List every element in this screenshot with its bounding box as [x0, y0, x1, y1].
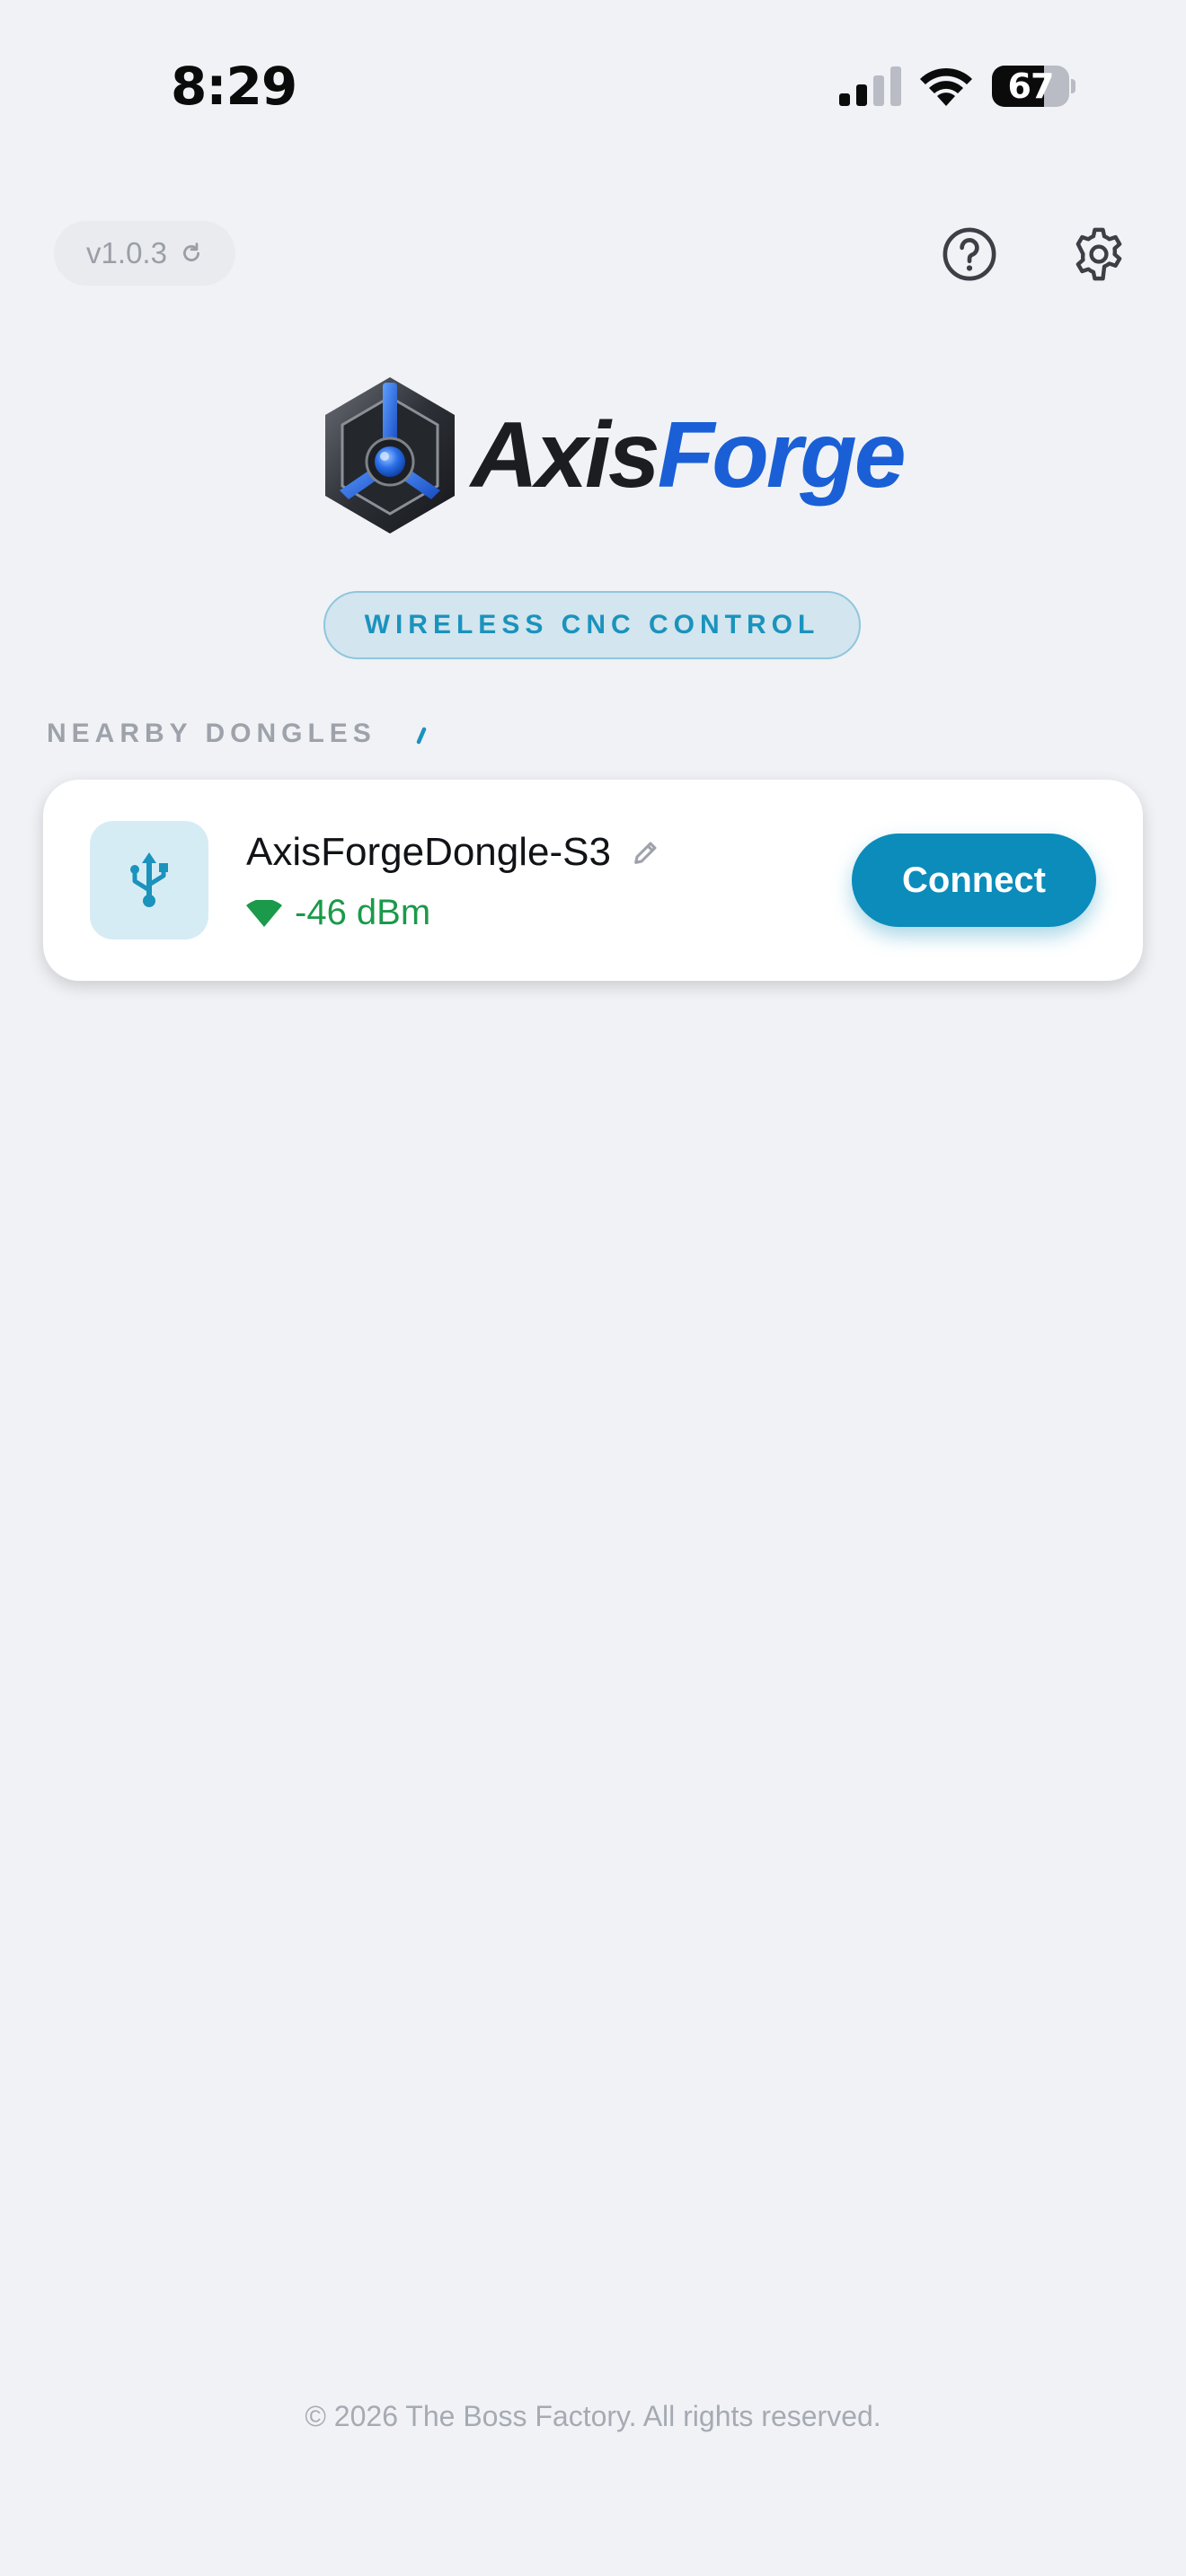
- device-card[interactable]: AxisForgeDongle-S3 -46 dBm Connect: [43, 780, 1143, 981]
- device-signal-value: -46 dBm: [295, 893, 431, 932]
- version-label: v1.0.3: [86, 236, 167, 269]
- settings-button[interactable]: [1069, 225, 1128, 284]
- help-button[interactable]: [940, 225, 999, 284]
- app-logo: AxisForge: [318, 370, 907, 541]
- axisforge-logo-icon: [325, 377, 455, 534]
- scanning-spinner-icon: [416, 727, 427, 745]
- battery-level: 67: [1007, 66, 1055, 106]
- battery-tip: [1071, 79, 1075, 93]
- device-icon-tile: [90, 821, 208, 940]
- section-title: NEARBY DONGLES: [47, 719, 376, 748]
- usb-icon: [130, 852, 168, 907]
- version-badge[interactable]: v1.0.3: [54, 221, 235, 286]
- footer-copyright: © 2026 The Boss Factory. All rights rese…: [305, 2400, 881, 2432]
- cellular-signal-icon: [839, 66, 901, 106]
- connect-button[interactable]: Connect: [852, 834, 1096, 927]
- signal-strength-icon: [246, 899, 282, 927]
- device-signal-row: -46 dBm: [246, 893, 430, 933]
- tagline-badge: WIRELESS CNC CONTROL: [323, 591, 861, 659]
- logo-word-axis: Axis: [471, 403, 660, 507]
- edit-pencil-icon[interactable]: [631, 837, 661, 868]
- wifi-icon: [920, 67, 972, 106]
- status-time: 8:29: [171, 56, 297, 117]
- refresh-icon: [183, 243, 199, 261]
- question-circle-icon: [943, 227, 996, 281]
- logo-wordmark: AxisForge: [471, 409, 907, 502]
- gear-icon: [1075, 227, 1122, 281]
- logo-word-forge: Forge: [657, 403, 907, 507]
- device-name: AxisForgeDongle-S3: [246, 830, 611, 874]
- device-name-row: AxisForgeDongle-S3: [246, 830, 661, 875]
- battery-indicator: 67: [992, 66, 1075, 107]
